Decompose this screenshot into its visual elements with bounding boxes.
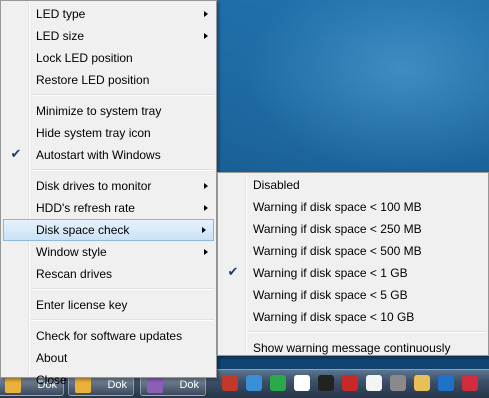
clipboard-icon[interactable] bbox=[414, 375, 430, 391]
camera-icon[interactable] bbox=[318, 375, 334, 391]
menu-item-hdd-s-refresh-rate[interactable]: HDD's refresh rate bbox=[1, 197, 216, 219]
disk-space-check-submenu: Disabled Warning if disk space < 100 MB Wa… bbox=[217, 172, 489, 356]
pen-icon[interactable] bbox=[294, 375, 310, 391]
menu-item-autostart-with-windows[interactable]: ✔ Autostart with Windows bbox=[1, 144, 216, 166]
menu-item-label: Hide system tray icon bbox=[36, 126, 151, 140]
menu-item-label: LED type bbox=[36, 7, 86, 21]
menu-item-label: HDD's refresh rate bbox=[36, 201, 135, 215]
desktop-background bbox=[200, 0, 489, 200]
menu-item-check-for-software-updates[interactable]: Check for software updates bbox=[1, 325, 216, 347]
menu-item-lock-led-position[interactable]: Lock LED position bbox=[1, 47, 216, 69]
menu-item-warning-if-disk-space-250-mb[interactable]: Warning if disk space < 250 MB bbox=[218, 218, 488, 240]
menu-item-label: Disk drives to monitor bbox=[36, 179, 152, 193]
menu-item-show-warning-message-continuously[interactable]: Show warning message continuously bbox=[218, 337, 488, 359]
keyboard-icon[interactable] bbox=[342, 375, 358, 391]
menu-item-warning-if-disk-space-500-mb[interactable]: Warning if disk space < 500 MB bbox=[218, 240, 488, 262]
submenu-arrow-icon bbox=[204, 183, 208, 189]
menu-item-led-type[interactable]: LED type bbox=[1, 3, 216, 25]
menu-separator bbox=[31, 169, 214, 171]
menu-separator bbox=[31, 319, 214, 321]
shield-icon[interactable] bbox=[462, 375, 478, 391]
eject-icon[interactable] bbox=[222, 375, 238, 391]
menu-item-label: Enter license key bbox=[36, 298, 128, 312]
blank-window-icon[interactable] bbox=[366, 375, 382, 391]
menu-item-label: Window style bbox=[36, 245, 107, 259]
menu-item-window-style[interactable]: Window style bbox=[1, 241, 216, 263]
checkmark-icon: ✔ bbox=[10, 146, 22, 161]
checkmark-icon: ✔ bbox=[227, 264, 239, 279]
menu-item-about[interactable]: About bbox=[1, 347, 216, 369]
submenu-arrow-icon bbox=[202, 227, 206, 233]
submenu-arrow-icon bbox=[204, 33, 208, 39]
menu-item-label: Close bbox=[36, 373, 67, 387]
menu-item-label: Warning if disk space < 10 GB bbox=[253, 310, 415, 324]
menu-item-label: LED size bbox=[36, 29, 85, 43]
menu-item-disabled[interactable]: Disabled bbox=[218, 174, 488, 196]
menu-item-label: Warning if disk space < 250 MB bbox=[253, 222, 422, 236]
menu-item-label: Warning if disk space < 500 MB bbox=[253, 244, 422, 258]
menu-item-label: Disk space check bbox=[36, 223, 130, 237]
menu-item-label: Restore LED position bbox=[36, 73, 150, 87]
menu-item-disk-space-check[interactable]: Disk space check bbox=[3, 219, 214, 241]
menu-item-close[interactable]: Close bbox=[1, 369, 216, 391]
menu-item-label: Lock LED position bbox=[36, 51, 133, 65]
menu-item-label: Warning if disk space < 5 GB bbox=[253, 288, 408, 302]
menu-item-hide-system-tray-icon[interactable]: Hide system tray icon bbox=[1, 122, 216, 144]
globe-icon[interactable] bbox=[246, 375, 262, 391]
menu-item-minimize-to-system-tray[interactable]: Minimize to system tray bbox=[1, 100, 216, 122]
menu-item-label: Minimize to system tray bbox=[36, 104, 162, 118]
menu-separator bbox=[248, 331, 486, 333]
menu-item-enter-license-key[interactable]: Enter license key bbox=[1, 294, 216, 316]
context-menu: LED type LED size Lock LED position Restore… bbox=[0, 0, 217, 387]
menu-item-warning-if-disk-space-1-gb[interactable]: ✔ Warning if disk space < 1 GB bbox=[218, 262, 488, 284]
menu-item-rescan-drives[interactable]: Rescan drives bbox=[1, 263, 216, 285]
menu-item-label: Check for software updates bbox=[36, 329, 183, 343]
drive-icon[interactable] bbox=[390, 375, 406, 391]
teamviewer-icon[interactable] bbox=[438, 375, 454, 391]
menu-item-restore-led-position[interactable]: Restore LED position bbox=[1, 69, 216, 91]
menu-item-led-size[interactable]: LED size bbox=[1, 25, 216, 47]
menu-item-label: Rescan drives bbox=[36, 267, 113, 281]
download-arrow-icon[interactable] bbox=[270, 375, 286, 391]
menu-item-warning-if-disk-space-5-gb[interactable]: Warning if disk space < 5 GB bbox=[218, 284, 488, 306]
menu-separator bbox=[31, 94, 214, 96]
menu-item-warning-if-disk-space-100-mb[interactable]: Warning if disk space < 100 MB bbox=[218, 196, 488, 218]
menu-separator bbox=[31, 288, 214, 290]
menu-item-disk-drives-to-monitor[interactable]: Disk drives to monitor bbox=[1, 175, 216, 197]
menu-item-label: Disabled bbox=[253, 178, 300, 192]
submenu-arrow-icon bbox=[204, 249, 208, 255]
menu-item-label: Warning if disk space < 1 GB bbox=[253, 266, 408, 280]
menu-item-label: Warning if disk space < 100 MB bbox=[253, 200, 422, 214]
submenu-arrow-icon bbox=[204, 11, 208, 17]
menu-item-label: About bbox=[36, 351, 68, 365]
menu-item-label: Show warning message continuously bbox=[253, 341, 451, 355]
menu-item-warning-if-disk-space-10-gb[interactable]: Warning if disk space < 10 GB bbox=[218, 306, 488, 328]
submenu-arrow-icon bbox=[204, 205, 208, 211]
menu-item-label: Autostart with Windows bbox=[36, 148, 161, 162]
